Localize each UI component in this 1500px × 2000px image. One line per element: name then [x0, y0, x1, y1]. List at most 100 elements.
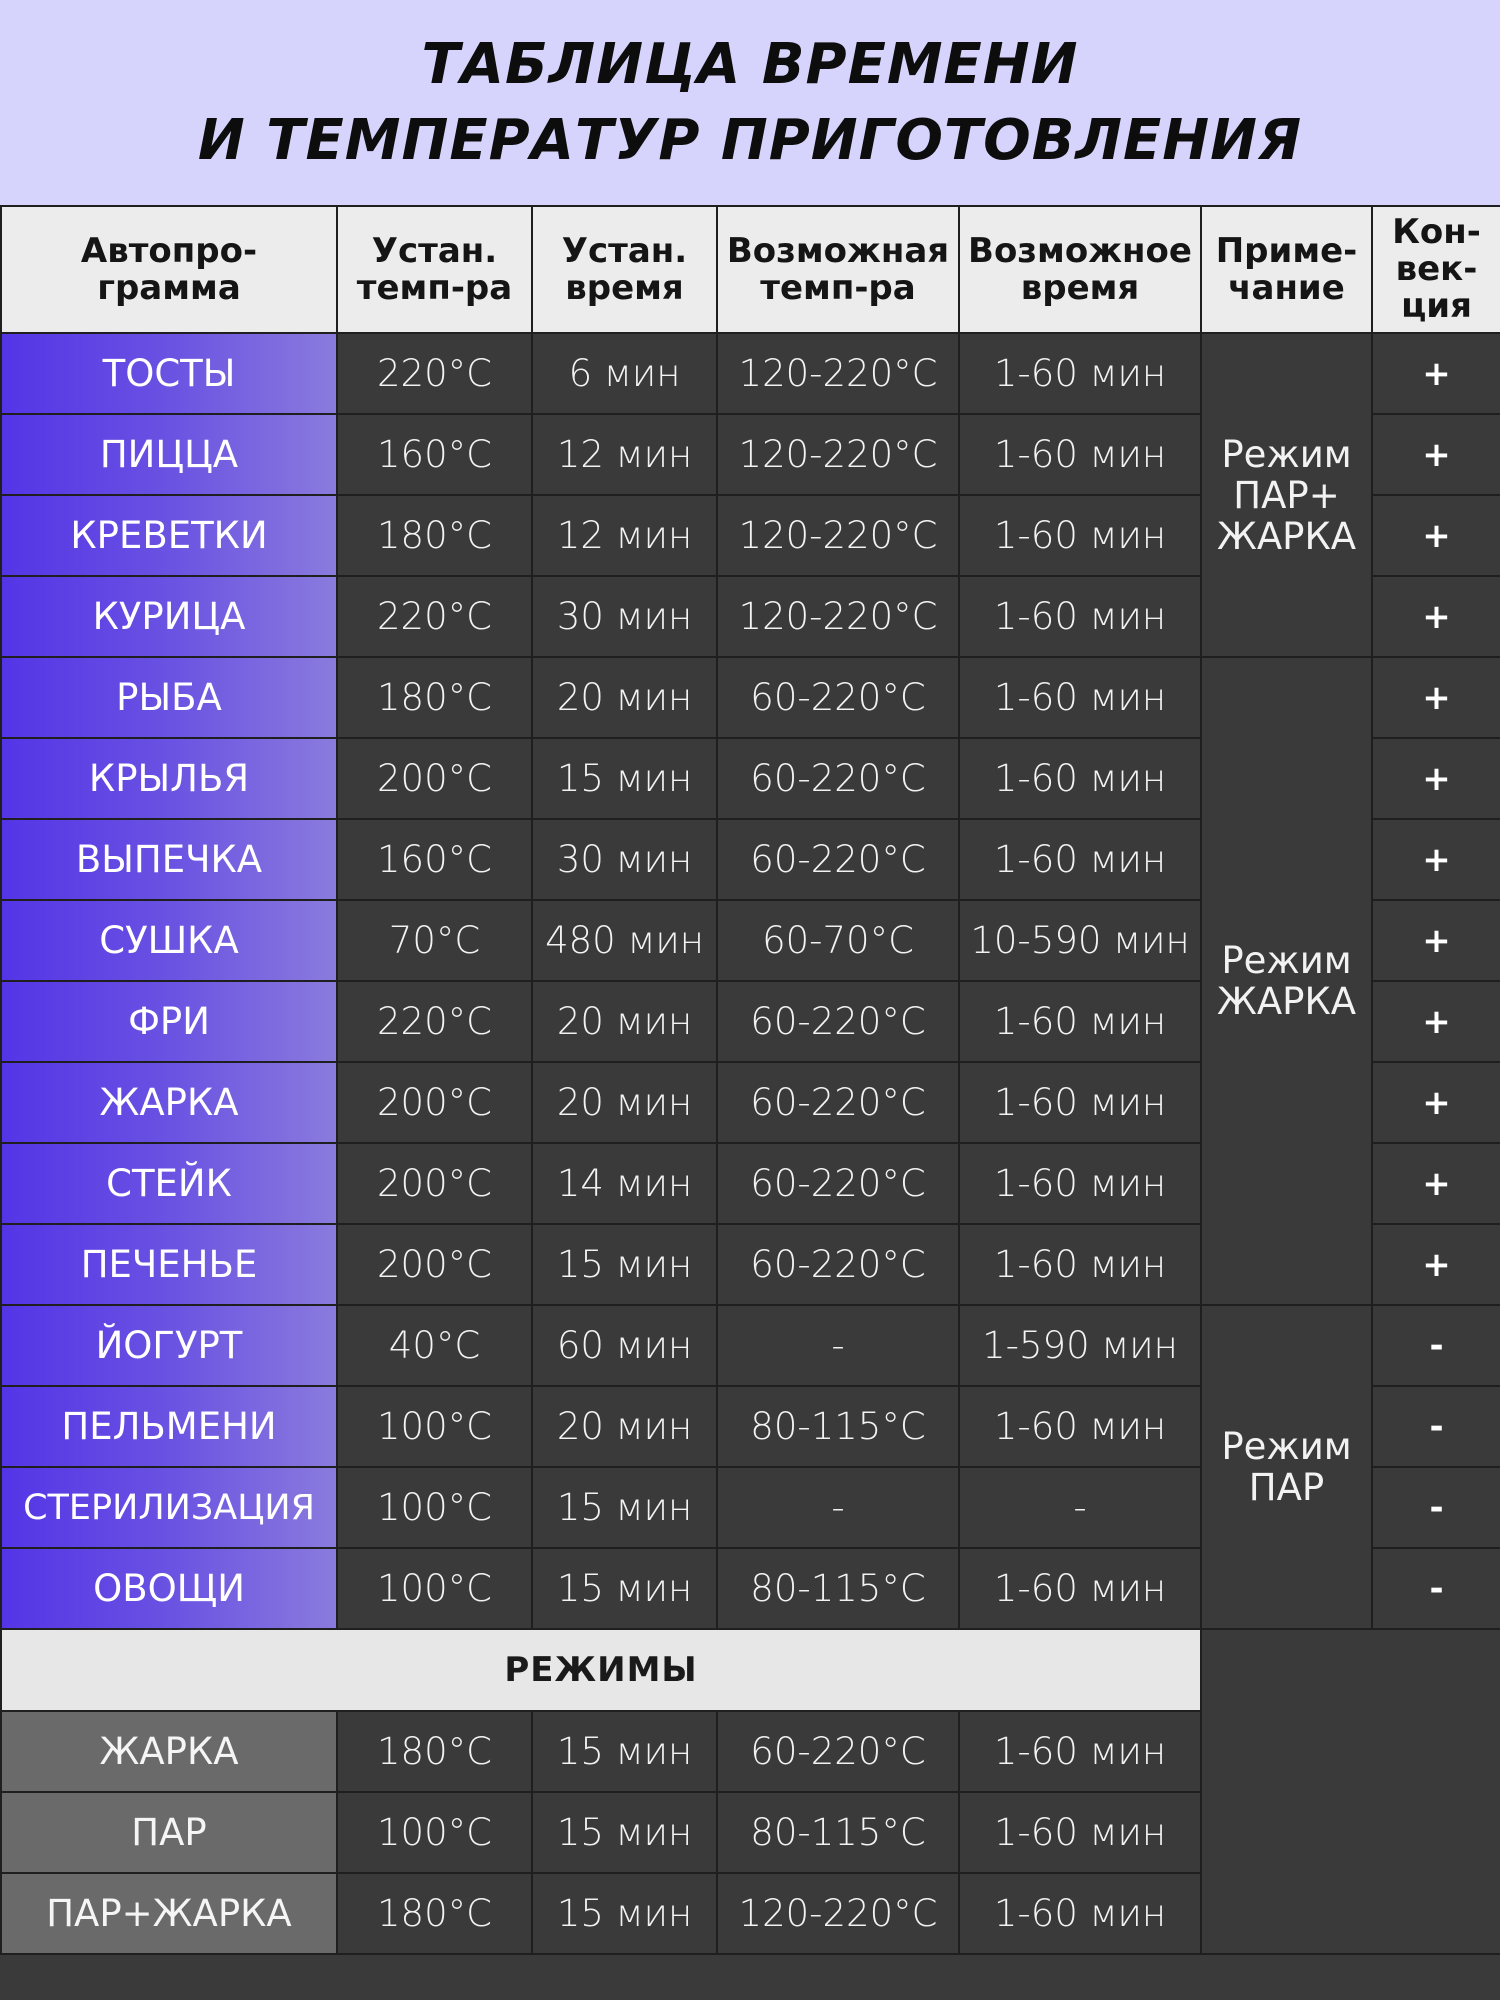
- header-program-line-1: Автопро-: [80, 230, 258, 271]
- header-set-temp-line-1: Устан.: [371, 230, 498, 271]
- header-possible-temp-line-2: темп-ра: [760, 267, 916, 308]
- temp-range: 120-220°C: [716, 332, 960, 415]
- time-range: 10-590 мин: [958, 899, 1202, 982]
- header-note: Приме- чание: [1200, 205, 1373, 334]
- mode-set-temp: 180°C: [336, 1710, 533, 1793]
- set-time: 20 мин: [531, 1385, 718, 1468]
- program-name: СТЕРИЛИЗАЦИЯ: [0, 1466, 338, 1549]
- note-steam-fry-line-1: Режим: [1221, 432, 1352, 476]
- cooking-table: Автопро- грамма Устан. темп-ра Устан. вр…: [0, 205, 1500, 1955]
- mode-name: ПАР+ЖАРКА: [0, 1872, 338, 1955]
- header-set-temp: Устан. темп-ра: [336, 205, 533, 334]
- temp-range: 60-220°C: [716, 1223, 960, 1306]
- temp-range: -: [716, 1466, 960, 1549]
- program-name: ЙОГУРТ: [0, 1304, 338, 1387]
- time-range: 1-60 мин: [958, 1547, 1202, 1630]
- set-temp: 100°C: [336, 1547, 533, 1630]
- time-range: 1-60 мин: [958, 737, 1202, 820]
- set-time: 15 мин: [531, 1223, 718, 1306]
- set-time: 6 мин: [531, 332, 718, 415]
- header-note-line-2: чание: [1228, 267, 1345, 308]
- convection-mark: -: [1371, 1466, 1500, 1549]
- mode-set-time: 15 мин: [531, 1872, 718, 1955]
- set-temp: 200°C: [336, 1223, 533, 1306]
- program-name: СТЕЙК: [0, 1142, 338, 1225]
- set-time: 15 мин: [531, 1547, 718, 1630]
- table-row: ТОСТЫ 220°C 6 мин 120-220°C 1-60 мин Реж…: [0, 332, 1500, 658]
- convection-mark: -: [1371, 1304, 1500, 1387]
- note-fry: Режим ЖАРКА: [1200, 656, 1373, 1306]
- temp-range: 120-220°C: [716, 494, 960, 577]
- time-range: 1-60 мин: [958, 1061, 1202, 1144]
- program-name: КРЕВЕТКИ: [0, 494, 338, 577]
- table-row: РЫБА 180°C 20 мин 60-220°C 1-60 мин Режи…: [0, 656, 1500, 1306]
- temp-range: -: [716, 1304, 960, 1387]
- temp-range: 80-115°C: [716, 1385, 960, 1468]
- program-name: ЖАРКА: [0, 1061, 338, 1144]
- temp-range: 60-220°C: [716, 980, 960, 1063]
- program-name: ОВОЩИ: [0, 1547, 338, 1630]
- program-name: ПИЦЦА: [0, 413, 338, 496]
- table-row: ЙОГУРТ 40°C 60 мин - 1-590 мин Режим ПАР…: [0, 1304, 1500, 1630]
- set-time: 20 мин: [531, 656, 718, 739]
- set-time: 30 мин: [531, 818, 718, 901]
- set-temp: 220°C: [336, 332, 533, 415]
- header-possible-temp: Возможная темп-ра: [716, 205, 960, 334]
- program-name: ФРИ: [0, 980, 338, 1063]
- set-temp: 220°C: [336, 980, 533, 1063]
- time-range: 1-60 мин: [958, 575, 1202, 658]
- time-range: 1-60 мин: [958, 413, 1202, 496]
- convection-mark: +: [1371, 899, 1500, 982]
- cooking-table-page: ТАБЛИЦА ВРЕМЕНИ И ТЕМПЕРАТУР ПРИГОТОВЛЕН…: [0, 0, 1500, 2000]
- time-range: -: [958, 1466, 1202, 1549]
- title-line-1: ТАБЛИЦА ВРЕМЕНИ: [421, 31, 1079, 97]
- convection-mark: +: [1371, 1061, 1500, 1144]
- header-set-time-line-2: время: [565, 267, 684, 308]
- set-temp: 200°C: [336, 1142, 533, 1225]
- set-time: 12 мин: [531, 413, 718, 496]
- note-fry-line-2: ЖАРКА: [1216, 980, 1357, 1023]
- mode-temp-range: 120-220°C: [716, 1872, 960, 1955]
- mode-name: ЖАРКА: [0, 1710, 338, 1793]
- set-temp: 180°C: [336, 494, 533, 577]
- mode-temp-range: 60-220°C: [716, 1710, 960, 1793]
- header-set-time-line-1: Устан.: [561, 230, 688, 271]
- convection-mark: +: [1371, 1223, 1500, 1306]
- header-convection-line-1: Кон-: [1392, 212, 1481, 252]
- program-name: ТОСТЫ: [0, 332, 338, 415]
- convection-mark: -: [1371, 1547, 1500, 1630]
- header-convection-line-2: век-: [1395, 249, 1478, 289]
- program-name: РЫБА: [0, 656, 338, 739]
- note-steam-line-2: ПАР: [1248, 1466, 1325, 1509]
- convection-mark: +: [1371, 332, 1500, 415]
- time-range: 1-60 мин: [958, 494, 1202, 577]
- time-range: 1-60 мин: [958, 818, 1202, 901]
- time-range: 1-60 мин: [958, 1385, 1202, 1468]
- set-time: 12 мин: [531, 494, 718, 577]
- title-line-2: И ТЕМПЕРАТУР ПРИГОТОВЛЕНИЯ: [197, 107, 1303, 173]
- set-time: 480 мин: [531, 899, 718, 982]
- temp-range: 120-220°C: [716, 575, 960, 658]
- temp-range: 80-115°C: [716, 1547, 960, 1630]
- program-name: КРЫЛЬЯ: [0, 737, 338, 820]
- time-range: 1-60 мин: [958, 332, 1202, 415]
- convection-mark: +: [1371, 818, 1500, 901]
- set-temp: 220°C: [336, 575, 533, 658]
- temp-range: 60-220°C: [716, 818, 960, 901]
- program-name: ПЕЛЬМЕНИ: [0, 1385, 338, 1468]
- time-range: 1-60 мин: [958, 1142, 1202, 1225]
- convection-mark: -: [1371, 1385, 1500, 1468]
- header-note-line-1: Приме-: [1215, 230, 1358, 271]
- note-steam-fry-line-3: ЖАРКА: [1216, 514, 1357, 558]
- header-row: Автопро- грамма Устан. темп-ра Устан. вр…: [0, 205, 1500, 334]
- header-set-temp-line-2: темп-ра: [356, 267, 513, 308]
- set-temp: 70°C: [336, 899, 533, 982]
- mode-set-time: 15 мин: [531, 1791, 718, 1874]
- set-time: 30 мин: [531, 575, 718, 658]
- mode-set-temp: 180°C: [336, 1872, 533, 1955]
- header-possible-time: Возможное время: [958, 205, 1202, 334]
- mode-time-range: 1-60 мин: [958, 1791, 1202, 1874]
- time-range: 1-60 мин: [958, 656, 1202, 739]
- time-range: 1-590 мин: [958, 1304, 1202, 1387]
- convection-mark: +: [1371, 413, 1500, 496]
